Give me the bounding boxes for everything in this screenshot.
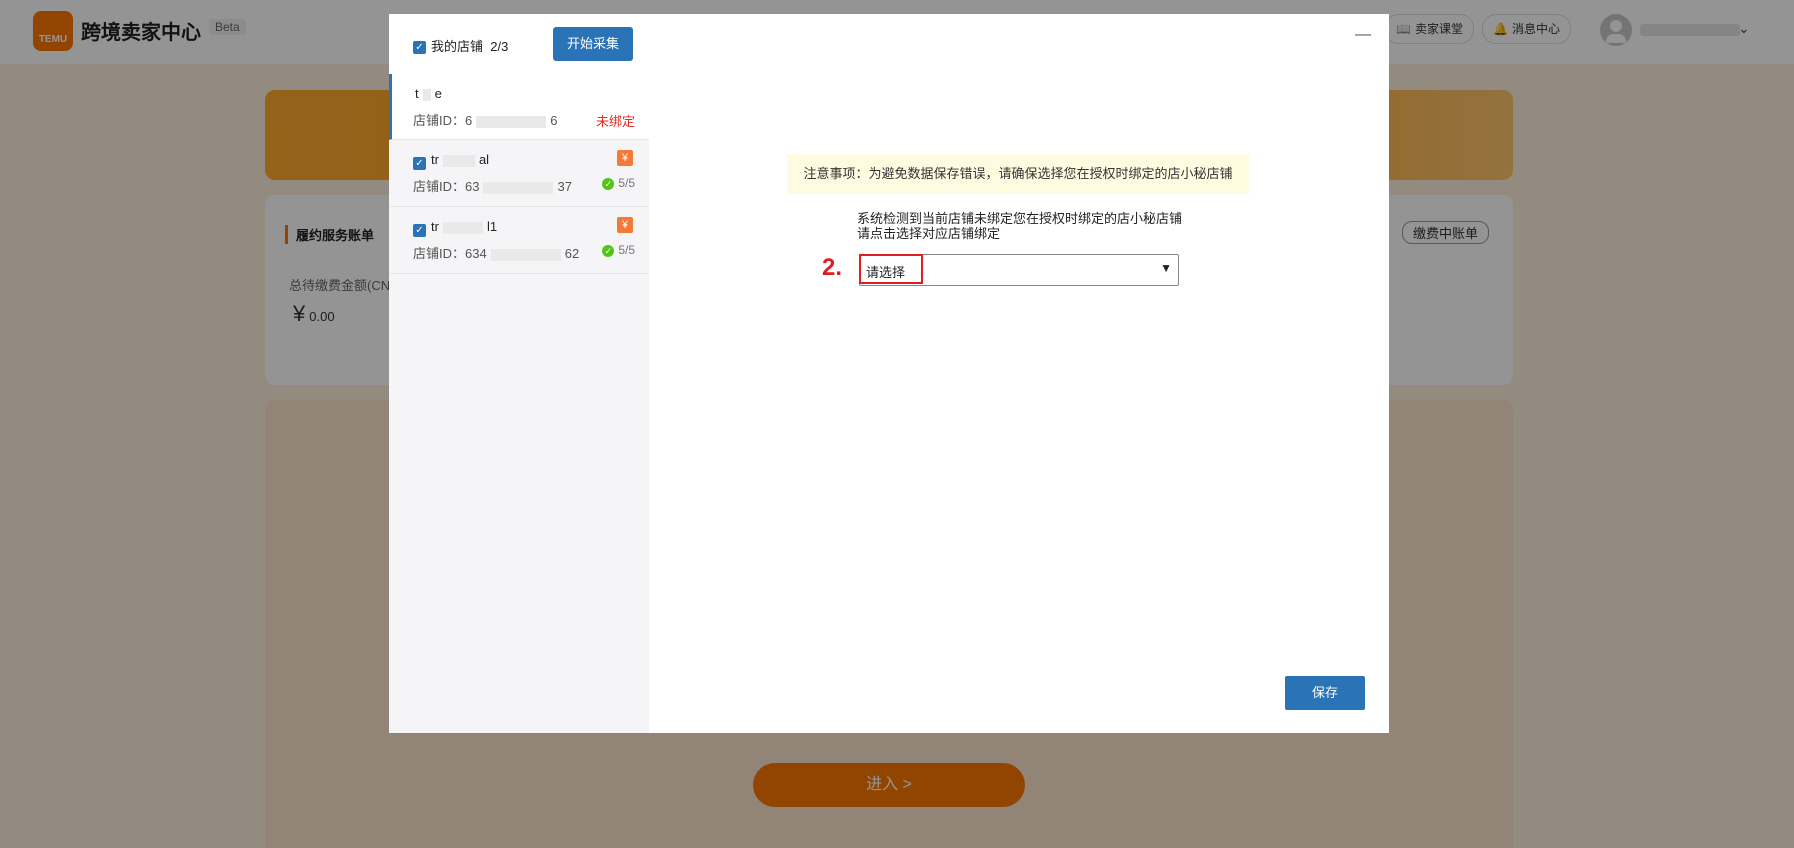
unbound-status: 未绑定 <box>595 114 635 129</box>
store-checkbox[interactable]: ✓ <box>413 154 426 170</box>
store-name: te <box>415 86 442 101</box>
store-id: 店铺ID：6 6 <box>413 113 558 128</box>
notice-banner: 注意事项：为避免数据保存错误，请确保选择您在授权时绑定的店小秘店铺 <box>787 154 1249 194</box>
annotation-highlight-box <box>859 254 923 284</box>
store-name: tr l1 <box>431 219 498 234</box>
chevron-down-icon: ▼ <box>1160 261 1172 275</box>
store-id: 店铺ID：634 62 <box>413 246 580 261</box>
store-item[interactable]: ✓ tr l1 ¥ 店铺ID：634 62 ✓ 5/5 <box>389 207 649 274</box>
my-stores-label: 我的店铺 2/3 <box>431 39 509 54</box>
minimize-icon[interactable]: — <box>1355 27 1371 43</box>
sidebar-header: ✓ 我的店铺 2/3 开始采集 <box>389 14 649 74</box>
description: 系统检测到当前店铺未绑定您在授权时绑定的店小秘店铺 请点击选择对应店铺绑定 <box>857 211 1182 241</box>
save-button[interactable]: 保存 <box>1285 676 1365 710</box>
description-line-2: 请点击选择对应店铺绑定 <box>857 226 1001 241</box>
start-collect-button[interactable]: 开始采集 <box>553 27 633 61</box>
store-item[interactable]: te 店铺ID：6 6 未绑定 <box>389 74 649 140</box>
description-line-1: 系统检测到当前店铺未绑定您在授权时绑定的店小秘店铺 <box>857 211 1183 226</box>
step-marker: 2. <box>822 254 843 281</box>
yen-icon: ¥ <box>617 217 633 233</box>
progress-status: ✓ 5/5 <box>602 176 635 190</box>
check-circle-icon: ✓ <box>602 245 615 257</box>
store-id: 店铺ID：63 37 <box>413 179 572 194</box>
store-name: tr al <box>431 152 490 167</box>
store-sidebar: ✓ 我的店铺 2/3 开始采集 te 店铺ID：6 6 未绑定 ✓ tr al ¥ … <box>389 14 649 733</box>
select-all-checkbox[interactable]: ✓ <box>413 38 426 54</box>
check-circle-icon: ✓ <box>602 178 615 190</box>
store-checkbox[interactable]: ✓ <box>413 221 426 237</box>
yen-icon: ¥ <box>617 150 633 166</box>
bind-store-modal: ✓ 我的店铺 2/3 开始采集 te 店铺ID：6 6 未绑定 ✓ tr al ¥ … <box>389 14 1389 733</box>
progress-status: ✓ 5/5 <box>602 243 635 257</box>
store-item[interactable]: ✓ tr al ¥ 店铺ID：63 37 ✓ 5/5 <box>389 140 649 207</box>
